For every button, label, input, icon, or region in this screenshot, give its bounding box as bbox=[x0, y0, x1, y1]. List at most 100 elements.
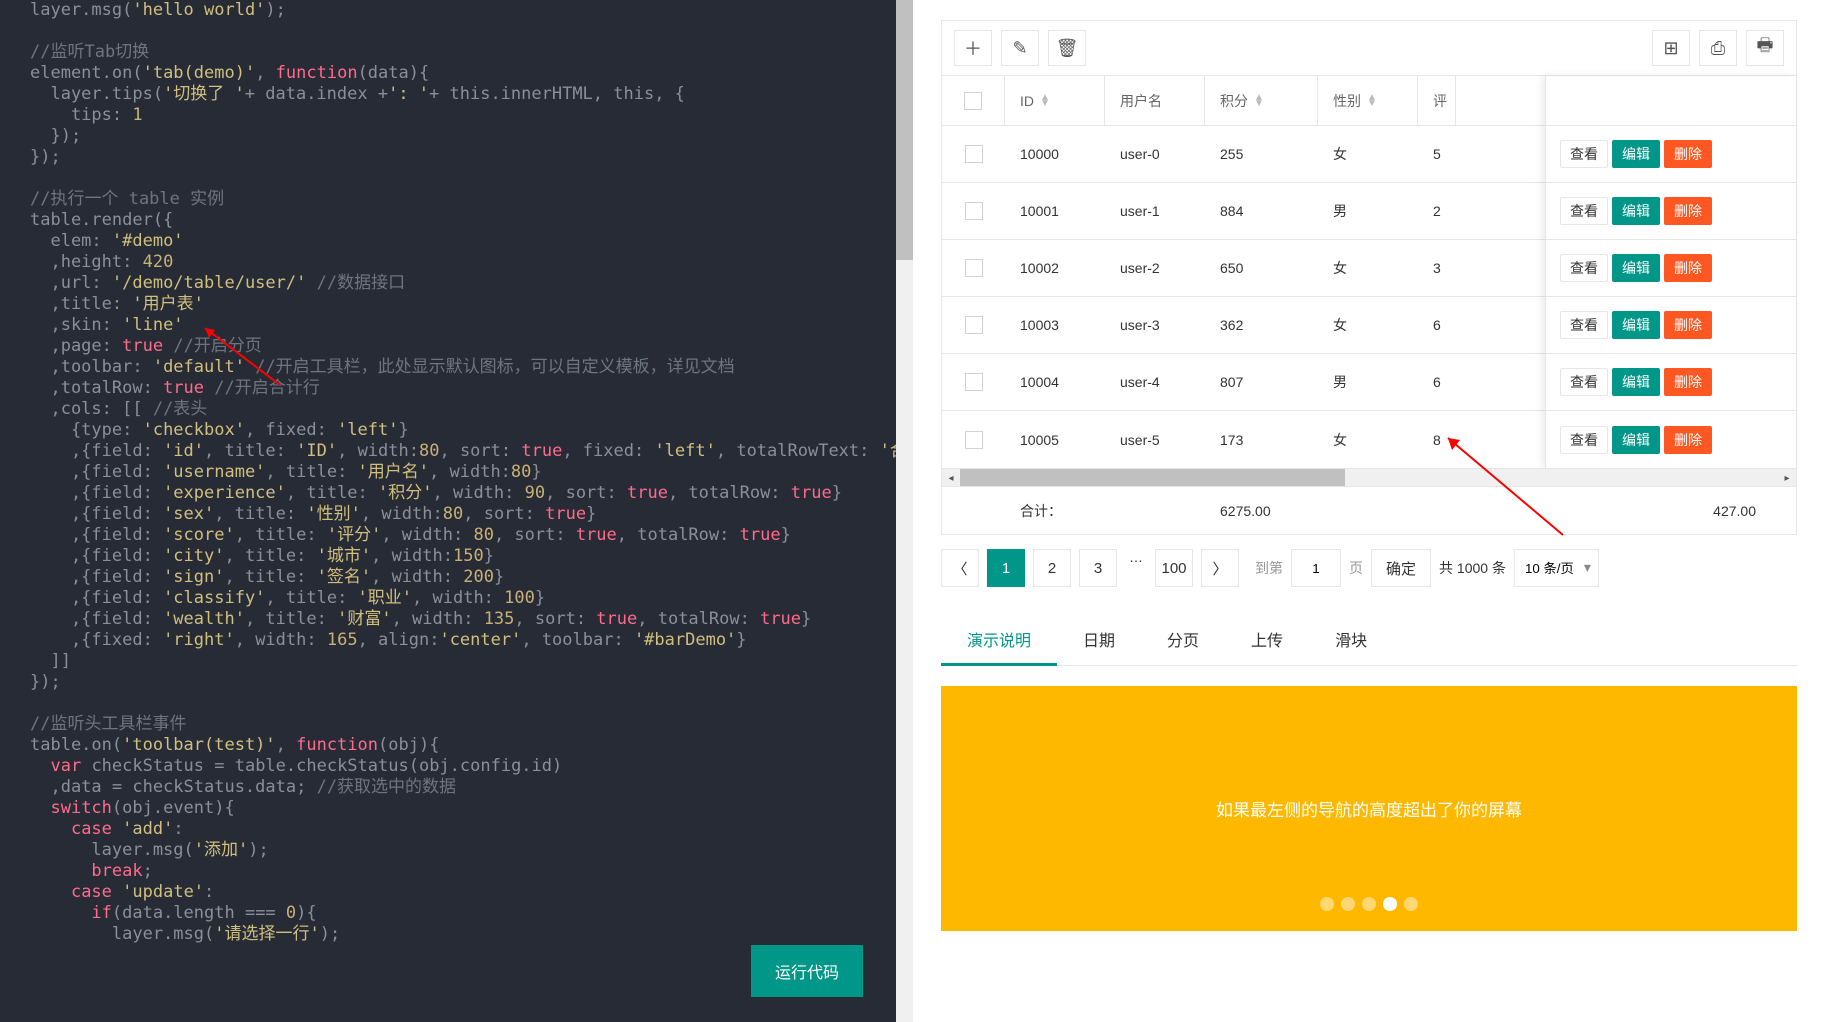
carousel-dot[interactable] bbox=[1341, 897, 1355, 911]
view-button[interactable]: 查看 bbox=[1560, 368, 1608, 396]
col-header-username: 用户名 bbox=[1105, 76, 1205, 125]
editor-scroll-thumb[interactable] bbox=[896, 0, 913, 260]
print-icon[interactable]: 🖶 bbox=[1746, 30, 1784, 66]
action-row: 查看 编辑 删除 bbox=[1546, 240, 1796, 297]
carousel[interactable]: 如果最左侧的导航的高度超出了你的屏幕 bbox=[941, 686, 1797, 931]
goto-page-input[interactable] bbox=[1291, 549, 1341, 587]
cell-score: 255 bbox=[1205, 146, 1318, 162]
row-checkbox[interactable] bbox=[965, 145, 983, 163]
scroll-left-arrow-icon[interactable]: ◂ bbox=[942, 469, 960, 487]
total-score: 6275.00 bbox=[1205, 503, 1318, 519]
cell-rate: 6 bbox=[1418, 374, 1456, 390]
delete-row-button[interactable]: 删除 bbox=[1664, 368, 1712, 396]
cell-sex: 女 bbox=[1318, 258, 1418, 278]
code-content[interactable]: layer.msg('hello world'); //监听Tab切换 elem… bbox=[0, 0, 913, 945]
table-total-row: 合计： 6275.00 427.00 bbox=[942, 486, 1796, 534]
delete-row-button[interactable]: 删除 bbox=[1664, 254, 1712, 282]
view-button[interactable]: 查看 bbox=[1560, 254, 1608, 282]
delete-row-button[interactable]: 删除 bbox=[1664, 197, 1712, 225]
sort-icon[interactable]: ▲▼ bbox=[1254, 95, 1264, 107]
cell-rate: 3 bbox=[1418, 260, 1456, 276]
row-checkbox[interactable] bbox=[965, 202, 983, 220]
cell-score: 807 bbox=[1205, 374, 1318, 390]
edit-row-button[interactable]: 编辑 bbox=[1612, 254, 1660, 282]
columns-icon[interactable]: ⊞ bbox=[1652, 30, 1690, 66]
total-label: 合计： bbox=[1005, 501, 1105, 521]
view-button[interactable]: 查看 bbox=[1560, 140, 1608, 168]
col-header-rate[interactable]: 评 bbox=[1418, 76, 1456, 125]
sort-icon[interactable]: ▲▼ bbox=[1367, 95, 1377, 107]
scroll-right-arrow-icon[interactable]: ▸ bbox=[1778, 469, 1796, 487]
edit-button[interactable]: ✎ bbox=[1001, 30, 1039, 66]
delete-row-button[interactable]: 删除 bbox=[1664, 426, 1712, 454]
view-button[interactable]: 查看 bbox=[1560, 197, 1608, 225]
edit-row-button[interactable]: 编辑 bbox=[1612, 368, 1660, 396]
demo-tabs: 演示说明日期分页上传滑块 bbox=[941, 615, 1797, 666]
code-editor-panel: layer.msg('hello world'); //监听Tab切换 elem… bbox=[0, 0, 913, 1022]
run-code-button[interactable]: 运行代码 bbox=[751, 945, 863, 997]
edit-row-button[interactable]: 编辑 bbox=[1612, 311, 1660, 339]
carousel-dot[interactable] bbox=[1362, 897, 1376, 911]
row-checkbox[interactable] bbox=[965, 431, 983, 449]
col-header-sex[interactable]: 性别▲▼ bbox=[1318, 76, 1418, 125]
pager-page-button[interactable]: 3 bbox=[1079, 549, 1117, 587]
pager-page-button[interactable]: 100 bbox=[1155, 549, 1193, 587]
delete-row-button[interactable]: 删除 bbox=[1664, 311, 1712, 339]
edit-row-button[interactable]: 编辑 bbox=[1612, 197, 1660, 225]
data-table: ID▲▼ 用户名 积分▲▼ 性别▲▼ 评 10000 user-0 255 女 … bbox=[941, 75, 1797, 535]
tab-item[interactable]: 上传 bbox=[1225, 615, 1309, 665]
select-all-checkbox[interactable] bbox=[964, 92, 982, 110]
sort-icon[interactable]: ▲▼ bbox=[1040, 95, 1050, 107]
delete-button[interactable]: 🗑 bbox=[1048, 30, 1086, 66]
pager-page-button[interactable]: 2 bbox=[1033, 549, 1071, 587]
tab-item[interactable]: 日期 bbox=[1057, 615, 1141, 665]
add-button[interactable]: ＋ bbox=[954, 30, 992, 66]
delete-row-button[interactable]: 删除 bbox=[1664, 140, 1712, 168]
preview-panel: ＋ ✎ 🗑 ⊞ ⎙ 🖶 ID▲▼ 用户名 积分▲▼ 性别▲▼ 评 10000 bbox=[913, 0, 1825, 1022]
carousel-dot[interactable] bbox=[1320, 897, 1334, 911]
edit-row-button[interactable]: 编辑 bbox=[1612, 140, 1660, 168]
pager-next-button[interactable]: 〉 bbox=[1201, 549, 1239, 587]
row-checkbox[interactable] bbox=[965, 316, 983, 334]
action-row: 查看 编辑 删除 bbox=[1546, 126, 1796, 183]
editor-scrollbar[interactable] bbox=[896, 0, 913, 1022]
cell-username: user-3 bbox=[1105, 317, 1205, 333]
cell-score: 650 bbox=[1205, 260, 1318, 276]
view-button[interactable]: 查看 bbox=[1560, 426, 1608, 454]
pager-page-button[interactable]: 1 bbox=[987, 549, 1025, 587]
cell-rate: 5 bbox=[1418, 146, 1456, 162]
per-page-select[interactable]: 10 条/页 bbox=[1514, 549, 1599, 587]
carousel-dot[interactable] bbox=[1383, 897, 1397, 911]
col-header-score[interactable]: 积分▲▼ bbox=[1205, 76, 1318, 125]
cell-id: 10002 bbox=[1005, 260, 1105, 276]
cell-score: 362 bbox=[1205, 317, 1318, 333]
pager-total: 共 1000 条 bbox=[1439, 558, 1506, 578]
tab-item[interactable]: 演示说明 bbox=[941, 615, 1057, 666]
col-header-id[interactable]: ID▲▼ bbox=[1005, 76, 1105, 125]
cell-sex: 女 bbox=[1318, 430, 1418, 450]
cell-username: user-4 bbox=[1105, 374, 1205, 390]
view-button[interactable]: 查看 bbox=[1560, 311, 1608, 339]
cell-id: 10001 bbox=[1005, 203, 1105, 219]
pager-ellipsis: … bbox=[1125, 549, 1147, 587]
row-checkbox[interactable] bbox=[965, 259, 983, 277]
h-scroll-thumb[interactable] bbox=[960, 469, 1345, 486]
cell-username: user-2 bbox=[1105, 260, 1205, 276]
table-horizontal-scrollbar[interactable]: ◂ ▸ bbox=[942, 468, 1796, 486]
tab-item[interactable]: 滑块 bbox=[1309, 615, 1393, 665]
action-row: 查看 编辑 删除 bbox=[1546, 297, 1796, 354]
pager-prev-button[interactable]: 〈 bbox=[941, 549, 979, 587]
tab-item[interactable]: 分页 bbox=[1141, 615, 1225, 665]
carousel-text: 如果最左侧的导航的高度超出了你的屏幕 bbox=[1216, 796, 1522, 821]
page-suffix: 页 bbox=[1349, 558, 1363, 578]
export-icon[interactable]: ⎙ bbox=[1699, 30, 1737, 66]
edit-row-button[interactable]: 编辑 bbox=[1612, 426, 1660, 454]
cell-sex: 男 bbox=[1318, 372, 1418, 392]
goto-confirm-button[interactable]: 确定 bbox=[1371, 549, 1431, 587]
carousel-dot[interactable] bbox=[1404, 897, 1418, 911]
row-checkbox[interactable] bbox=[965, 373, 983, 391]
cell-rate: 8 bbox=[1418, 432, 1456, 448]
cell-sex: 女 bbox=[1318, 144, 1418, 164]
action-row: 查看 编辑 删除 bbox=[1546, 183, 1796, 240]
cell-username: user-5 bbox=[1105, 432, 1205, 448]
